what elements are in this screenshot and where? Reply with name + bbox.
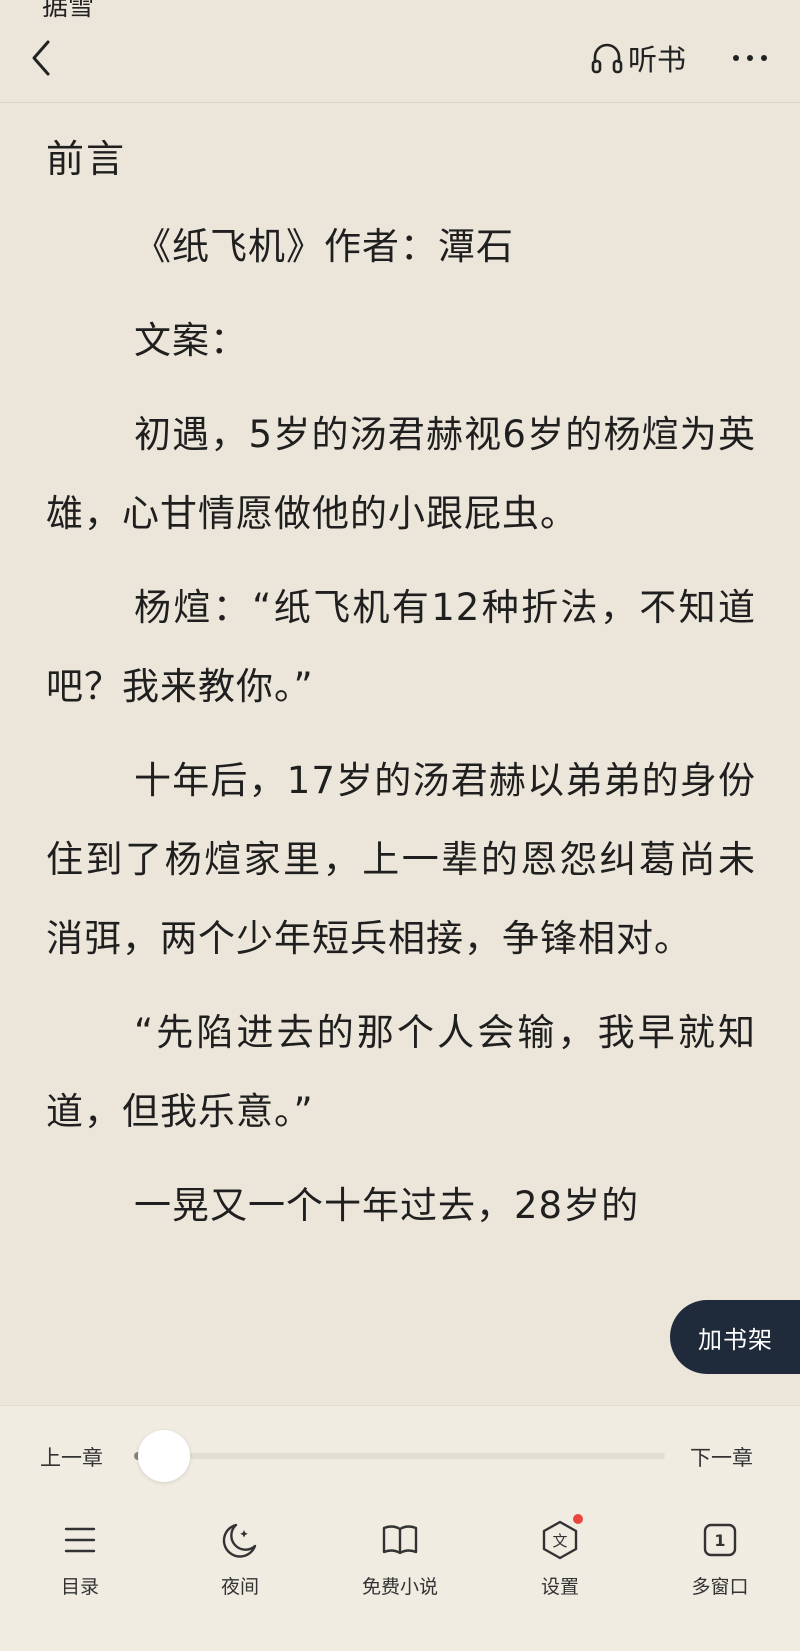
nav-label: 设置 — [540, 1576, 579, 1598]
chapter-title: 前言 — [46, 137, 127, 181]
paragraph: “先陷进去的那个人会输，我早就知道，但我乐意。” — [46, 1011, 756, 1133]
chapter-body: 《纸飞机》作者：潭石 文案： 初遇，5岁的汤君赫视6岁的杨煊为英雄，心甘情愿做他… — [46, 207, 756, 1260]
status-bar-text: 据雪 — [42, 0, 95, 22]
headphones-icon — [591, 43, 623, 74]
progress-slider-thumb[interactable] — [138, 1430, 190, 1482]
more-button[interactable] — [728, 38, 772, 78]
paragraph: 十年后，17岁的汤君赫以弟弟的身份住到了杨煊家里，上一辈的恩怨纠葛尚未消弭，两个… — [46, 759, 756, 960]
top-bar: 据雪 听书 — [0, 0, 800, 103]
nav-item-contents[interactable]: 目录 — [10, 1518, 150, 1599]
notification-dot — [573, 1514, 583, 1524]
more-horizontal-icon — [733, 55, 767, 61]
nav-item-multi-window[interactable]: 1 多窗口 — [650, 1518, 790, 1599]
settings-hexagon-icon: 文 — [542, 1520, 578, 1560]
paragraph: 初遇，5岁的汤君赫视6岁的杨煊为英雄，心甘情愿做他的小跟屁虫。 — [46, 413, 756, 535]
bottom-panel: 上一章 下一章 目录 夜间 免费小说 文 设置 1 多窗口 — [0, 1405, 800, 1651]
moon-icon — [222, 1523, 257, 1558]
add-to-bookshelf-button[interactable]: 加书架 — [670, 1300, 800, 1374]
svg-text:文: 文 — [552, 1532, 567, 1550]
window-number-icon: 1 — [703, 1523, 737, 1557]
nav-label: 多窗口 — [691, 1576, 749, 1598]
previous-chapter-button[interactable]: 上一章 — [40, 1442, 103, 1472]
nav-label: 免费小说 — [361, 1576, 438, 1598]
paragraph: 《纸飞机》作者：潭石 — [134, 225, 514, 268]
nav-item-night[interactable]: 夜间 — [170, 1518, 310, 1599]
next-chapter-button[interactable]: 下一章 — [690, 1442, 753, 1472]
chevron-left-icon — [32, 40, 50, 76]
nav-label: 目录 — [60, 1576, 99, 1598]
back-button[interactable] — [22, 36, 62, 80]
paragraph: 文案： — [134, 319, 248, 362]
nav-label: 夜间 — [220, 1576, 259, 1598]
paragraph: 一晃又一个十年过去，28岁的 — [134, 1184, 640, 1227]
listen-label: 听书 — [628, 43, 687, 77]
reading-area[interactable]: 前言 《纸飞机》作者：潭石 文案： 初遇，5岁的汤君赫视6岁的杨煊为英雄，心甘情… — [0, 102, 800, 1405]
progress-track[interactable] — [135, 1453, 665, 1459]
menu-lines-icon — [64, 1527, 96, 1553]
svg-text:1: 1 — [714, 1531, 725, 1550]
bottom-nav: 目录 夜间 免费小说 文 设置 1 多窗口 — [0, 1514, 800, 1628]
listen-button[interactable]: 听书 — [590, 38, 686, 78]
paragraph: 杨煊：“纸飞机有12种折法，不知道吧？我来教你。” — [46, 586, 756, 708]
open-book-icon — [382, 1525, 418, 1555]
nav-item-settings[interactable]: 文 设置 — [490, 1514, 630, 1599]
nav-item-free-novels[interactable]: 免费小说 — [330, 1518, 470, 1599]
